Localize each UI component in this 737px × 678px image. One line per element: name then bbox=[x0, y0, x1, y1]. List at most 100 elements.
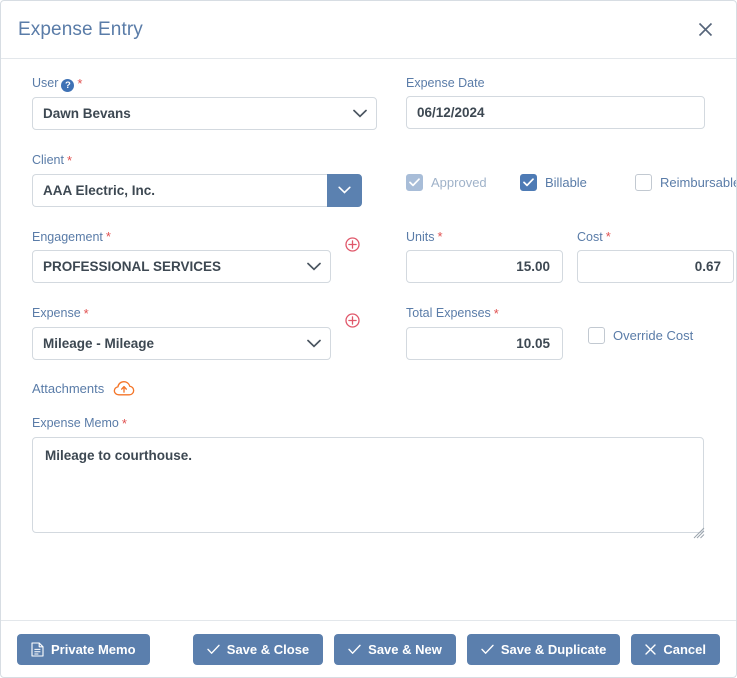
engagement-select-value[interactable]: PROFESSIONAL SERVICES bbox=[32, 250, 331, 284]
resize-handle-icon[interactable] bbox=[693, 527, 705, 539]
client-select[interactable]: AAA Electric, Inc. bbox=[32, 173, 362, 207]
engagement-field: Engagement * PROFESSIONAL SERVICES bbox=[32, 229, 377, 284]
user-select[interactable]: Dawn Bevans bbox=[32, 97, 377, 130]
document-icon bbox=[31, 641, 44, 657]
cost-label: Cost * bbox=[577, 229, 734, 246]
checkbox-billable-label: Billable bbox=[545, 175, 587, 190]
client-label: Client * bbox=[32, 152, 377, 169]
required-asterisk: * bbox=[121, 415, 127, 431]
form-row-expense-total: Expense * Mileage - Mileage Total Expens… bbox=[32, 305, 705, 361]
page-title: Expense Entry bbox=[18, 18, 143, 40]
checkbox-billable[interactable]: Billable bbox=[520, 174, 635, 191]
checkbox-reimbursable[interactable]: Reimbursable bbox=[635, 174, 736, 191]
save-and-new-label: Save & New bbox=[368, 641, 442, 657]
user-field: User? * Dawn Bevans bbox=[32, 75, 377, 130]
flags-group: Approved Billable Reimbursable bbox=[377, 152, 736, 191]
expense-select[interactable]: Mileage - Mileage bbox=[32, 327, 331, 361]
add-expense-icon[interactable] bbox=[345, 313, 360, 329]
engagement-label-text: Engagement bbox=[32, 229, 103, 244]
checkbox-reimbursable-box[interactable] bbox=[635, 174, 652, 191]
override-cost-field: Override Cost bbox=[588, 327, 694, 345]
required-asterisk: * bbox=[493, 306, 499, 322]
expense-date-label: Expense Date bbox=[406, 76, 485, 90]
user-select-value[interactable]: Dawn Bevans bbox=[32, 97, 377, 130]
cancel-label: Cancel bbox=[663, 641, 706, 657]
save-and-duplicate-label: Save & Duplicate bbox=[500, 641, 607, 657]
dialog-header: Expense Entry bbox=[1, 1, 736, 59]
check-icon bbox=[207, 644, 220, 655]
expense-field: Expense * Mileage - Mileage bbox=[32, 305, 377, 361]
total-expenses-input[interactable]: 10.05 bbox=[406, 327, 563, 361]
required-asterisk: * bbox=[83, 306, 89, 322]
client-select-value[interactable]: AAA Electric, Inc. bbox=[32, 173, 327, 207]
checkbox-override-cost-label: Override Cost bbox=[613, 328, 694, 344]
total-expenses-label: Total Expenses * bbox=[406, 305, 563, 322]
required-asterisk: * bbox=[77, 75, 83, 91]
close-icon[interactable] bbox=[692, 17, 718, 43]
cost-field: Cost * 0.67 bbox=[577, 229, 734, 284]
private-memo-label: Private Memo bbox=[51, 641, 136, 657]
total-override-group: Total Expenses * 10.05 Override Cost bbox=[377, 305, 705, 361]
help-icon[interactable]: ? bbox=[61, 79, 75, 92]
units-cost-group: Units * 15.00 Cost * 0.67 bbox=[377, 229, 734, 284]
client-field-group: Client * AAA Electric, Inc. bbox=[32, 152, 377, 207]
user-label-text: User bbox=[32, 76, 59, 90]
save-and-new-button[interactable]: Save & New bbox=[334, 633, 456, 665]
expense-memo-label-text: Expense Memo bbox=[32, 416, 119, 431]
checkbox-override-cost[interactable]: Override Cost bbox=[588, 327, 694, 345]
expense-entry-dialog: Expense Entry User? * Dawn Bevans Expens… bbox=[0, 0, 737, 678]
required-asterisk: * bbox=[437, 229, 443, 245]
form-row-client-flags: Client * AAA Electric, Inc. Approved Bil… bbox=[32, 152, 736, 207]
expense-date-input[interactable]: 06/12/2024 bbox=[406, 96, 705, 129]
cost-input[interactable]: 0.67 bbox=[577, 250, 734, 284]
checkbox-approved-box[interactable] bbox=[406, 174, 423, 191]
form-row-user-date: User? * Dawn Bevans Expense Date 06/12/20… bbox=[32, 75, 705, 130]
save-and-close-button[interactable]: Save & Close bbox=[192, 633, 324, 665]
checkbox-override-cost-box[interactable] bbox=[588, 327, 605, 345]
expense-field-group: Expense * Mileage - Mileage bbox=[32, 305, 377, 361]
total-expenses-field: Total Expenses * 10.05 bbox=[406, 305, 563, 361]
required-asterisk: * bbox=[66, 152, 73, 168]
dialog-body: User? * Dawn Bevans Expense Date 06/12/20… bbox=[1, 59, 736, 620]
expense-label: Expense * bbox=[32, 305, 377, 322]
expense-select-value[interactable]: Mileage - Mileage bbox=[32, 327, 331, 361]
engagement-field-group: Engagement * PROFESSIONAL SERVICES bbox=[32, 229, 377, 284]
units-field: Units * 15.00 bbox=[406, 229, 563, 284]
expense-memo-label: Expense Memo * bbox=[32, 415, 705, 432]
checkbox-reimbursable-label: Reimbursable bbox=[660, 175, 736, 190]
total-override-row: Total Expenses * 10.05 Override Cost bbox=[406, 305, 705, 361]
private-memo-button[interactable]: Private Memo bbox=[17, 633, 150, 665]
expense-memo-textarea[interactable]: Mileage to courthouse. bbox=[32, 436, 704, 533]
checkbox-approved[interactable]: Approved bbox=[406, 174, 520, 191]
client-dropdown-button[interactable] bbox=[327, 173, 362, 207]
attachments-label: Attachments bbox=[32, 381, 105, 397]
checkbox-approved-label: Approved bbox=[431, 175, 487, 190]
expense-label-text: Expense bbox=[32, 306, 81, 321]
units-label: Units * bbox=[406, 229, 563, 246]
attachments-row: Attachments bbox=[32, 380, 705, 397]
expense-date-field-group: Expense Date 06/12/2024 bbox=[377, 75, 705, 129]
checkbox-billable-box[interactable] bbox=[520, 174, 537, 191]
client-field: Client * AAA Electric, Inc. bbox=[32, 152, 377, 207]
check-icon bbox=[348, 644, 361, 655]
units-cost-row: Units * 15.00 Cost * 0.67 bbox=[406, 229, 734, 284]
units-input[interactable]: 15.00 bbox=[406, 250, 563, 284]
cost-label-text: Cost bbox=[577, 229, 603, 244]
checkbox-row: Approved Billable Reimbursable bbox=[406, 174, 736, 191]
add-engagement-icon[interactable] bbox=[345, 237, 360, 252]
cancel-button[interactable]: Cancel bbox=[631, 633, 720, 665]
save-and-duplicate-button[interactable]: Save & Duplicate bbox=[466, 633, 621, 665]
dialog-footer: Private Memo Save & Close Save & New Sav… bbox=[1, 620, 736, 677]
client-label-text: Client bbox=[32, 153, 64, 167]
units-label-text: Units bbox=[406, 229, 435, 244]
total-expenses-label-text: Total Expenses bbox=[406, 306, 491, 321]
user-label: User? * bbox=[32, 75, 377, 92]
required-asterisk: * bbox=[605, 229, 611, 245]
engagement-select[interactable]: PROFESSIONAL SERVICES bbox=[32, 250, 331, 284]
cloud-upload-icon[interactable] bbox=[113, 380, 135, 397]
close-icon bbox=[645, 643, 657, 655]
check-icon bbox=[481, 644, 494, 655]
expense-memo-field: Expense Memo * Mileage to courthouse. bbox=[32, 415, 705, 539]
engagement-label: Engagement * bbox=[32, 229, 377, 246]
user-field-group: User? * Dawn Bevans bbox=[32, 75, 377, 130]
